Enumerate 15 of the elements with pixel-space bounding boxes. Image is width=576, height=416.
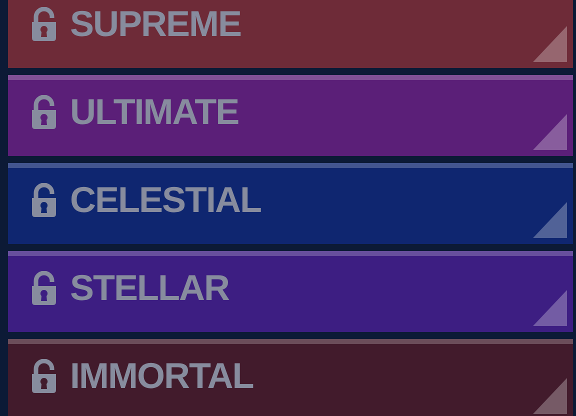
corner-triangle-icon: [533, 290, 567, 326]
tier-name: IMMORTAL: [70, 356, 254, 396]
corner-triangle-icon: [533, 26, 567, 62]
tier-banner[interactable]: IMMORTAL: [8, 339, 573, 416]
corner-triangle-icon: [533, 378, 567, 414]
tier-name: CELESTIAL: [70, 180, 262, 220]
tier-banner[interactable]: ULTIMATE: [8, 75, 573, 156]
corner-triangle-icon: [533, 202, 567, 238]
tier-name: SUPREME: [70, 4, 242, 44]
tier-name: ULTIMATE: [70, 92, 239, 132]
tier-banner[interactable]: STELLAR: [8, 251, 573, 332]
corner-triangle-icon: [533, 114, 567, 150]
tier-name: STELLAR: [70, 268, 229, 308]
tier-banner[interactable]: SUPREME: [8, 0, 573, 68]
tier-banner[interactable]: CELESTIAL: [8, 163, 573, 244]
